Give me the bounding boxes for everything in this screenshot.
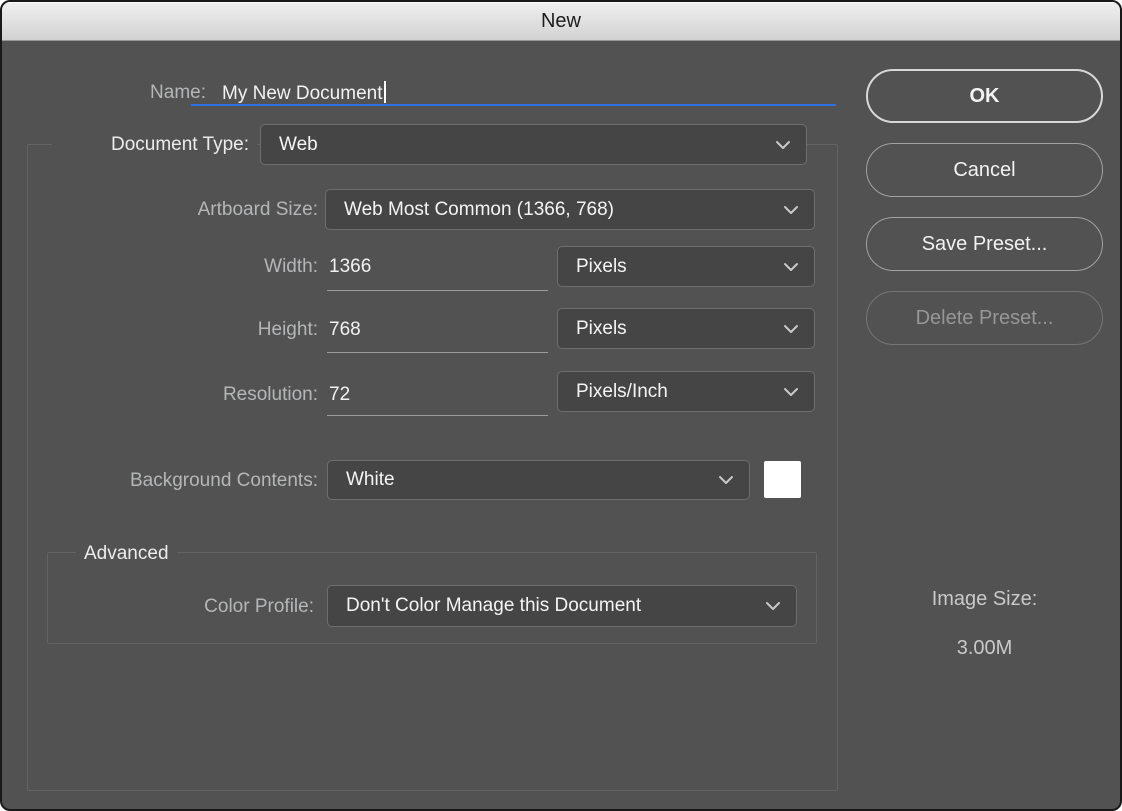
ok-button[interactable]: OK xyxy=(866,69,1103,123)
background-color-swatch xyxy=(764,461,801,498)
name-label: Name: xyxy=(62,81,206,105)
height-unit-value: Pixels xyxy=(576,318,627,340)
background-contents-label: Background Contents: xyxy=(42,469,318,493)
name-input[interactable]: My New Document xyxy=(222,81,386,106)
titlebar[interactable]: New xyxy=(2,2,1120,41)
height-unit-dropdown[interactable]: Pixels xyxy=(557,308,815,349)
new-document-dialog: New Name: My New Document Document Type:… xyxy=(0,0,1122,811)
dialog-title: New xyxy=(541,10,581,33)
name-input-focus-underline xyxy=(191,104,836,106)
chevron-down-icon xyxy=(718,475,734,485)
color-profile-value: Don't Color Manage this Document xyxy=(346,595,641,617)
height-label: Height: xyxy=(62,318,318,342)
image-size-value: 3.00M xyxy=(866,637,1103,660)
color-profile-dropdown[interactable]: Don't Color Manage this Document xyxy=(327,585,797,627)
resolution-unit-dropdown[interactable]: Pixels/Inch xyxy=(557,371,815,412)
image-size-label: Image Size: xyxy=(866,588,1103,611)
chevron-down-icon xyxy=(765,601,781,611)
height-input[interactable]: 768 xyxy=(329,318,361,342)
save-preset-button[interactable]: Save Preset... xyxy=(866,217,1103,271)
artboard-size-value: Web Most Common (1366, 768) xyxy=(344,199,614,221)
document-type-value: Web xyxy=(279,134,318,156)
document-type-label: Document Type: xyxy=(52,133,257,157)
chevron-down-icon xyxy=(775,140,791,150)
resolution-input-underline xyxy=(327,415,548,416)
artboard-size-label: Artboard Size: xyxy=(62,198,318,222)
name-input-text: My New Document xyxy=(222,83,383,104)
height-input-underline xyxy=(327,352,548,353)
chevron-down-icon xyxy=(783,205,799,215)
width-unit-dropdown[interactable]: Pixels xyxy=(557,246,815,287)
width-label: Width: xyxy=(62,255,318,279)
background-contents-dropdown[interactable]: White xyxy=(327,460,750,500)
width-input[interactable]: 1366 xyxy=(329,255,371,279)
delete-preset-button: Delete Preset... xyxy=(866,291,1103,345)
resolution-label: Resolution: xyxy=(62,383,318,407)
text-caret xyxy=(384,81,386,103)
artboard-size-dropdown[interactable]: Web Most Common (1366, 768) xyxy=(325,189,815,230)
width-input-underline xyxy=(327,290,548,291)
width-unit-value: Pixels xyxy=(576,256,627,278)
background-contents-value: White xyxy=(346,469,395,491)
cancel-button[interactable]: Cancel xyxy=(866,143,1103,197)
chevron-down-icon xyxy=(783,387,799,397)
chevron-down-icon xyxy=(783,262,799,272)
chevron-down-icon xyxy=(783,324,799,334)
resolution-unit-value: Pixels/Inch xyxy=(576,381,668,403)
color-profile-label: Color Profile: xyxy=(102,595,314,619)
advanced-section-label: Advanced xyxy=(76,542,177,566)
resolution-input[interactable]: 72 xyxy=(329,383,350,407)
document-type-dropdown[interactable]: Web xyxy=(260,124,807,165)
